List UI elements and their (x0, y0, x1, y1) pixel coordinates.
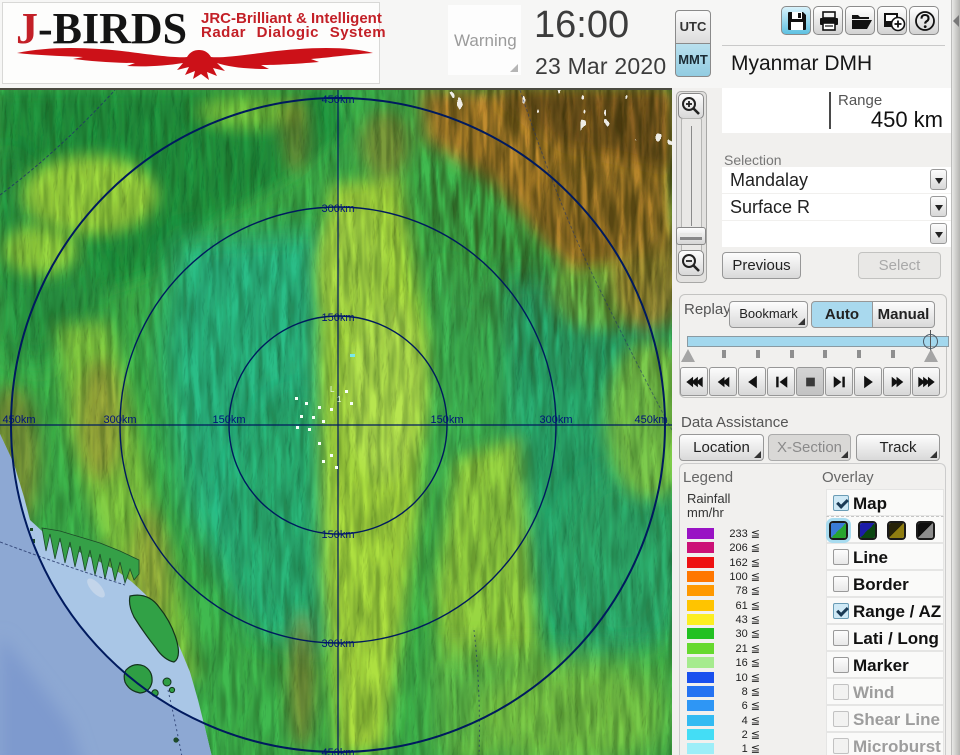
svg-text:1: 1 (337, 395, 342, 404)
svg-text:450km: 450km (321, 94, 354, 106)
svg-text:300km: 300km (539, 414, 572, 426)
svg-text:150km: 150km (321, 312, 354, 324)
svg-text:L: L (330, 385, 335, 394)
svg-text:300km: 300km (321, 638, 354, 650)
svg-text:150km: 150km (212, 414, 245, 426)
svg-text:450km: 450km (634, 414, 667, 426)
svg-text:150km: 150km (321, 529, 354, 541)
svg-text:450km: 450km (321, 747, 354, 755)
svg-text:450km: 450km (2, 414, 35, 426)
svg-text:300km: 300km (321, 203, 354, 215)
svg-text:300km: 300km (103, 414, 136, 426)
svg-text:150km: 150km (430, 414, 463, 426)
